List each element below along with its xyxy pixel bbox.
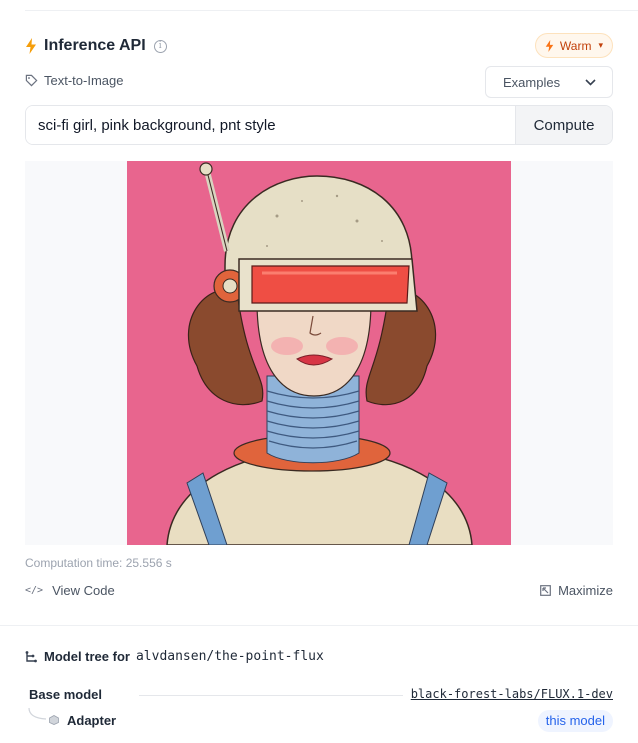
adapter-label: Adapter: [67, 713, 117, 728]
tree-connector: [139, 695, 403, 696]
code-icon: </>: [25, 585, 44, 596]
adapter-row: Adapter this model: [25, 708, 613, 734]
maximize-icon: [540, 585, 551, 596]
lightning-icon: [26, 38, 36, 54]
tag-icon: [25, 74, 38, 87]
tree-branch: [28, 708, 47, 720]
status-badge[interactable]: Warm ▾: [534, 33, 613, 58]
generated-image[interactable]: [127, 161, 511, 545]
base-model-label: Base model: [29, 687, 102, 702]
tree-icon: [25, 650, 37, 662]
examples-label: Examples: [503, 74, 561, 90]
computation-time: Computation time: 25.556 s: [25, 556, 172, 570]
widget-header: Inference API i Warm ▾: [25, 32, 613, 60]
prompt-form: Compute: [25, 105, 613, 145]
info-icon[interactable]: i: [153, 39, 167, 53]
base-model-row: Base model black-forest-labs/FLUX.1-dev: [25, 685, 613, 705]
view-code-label: View Code: [52, 583, 115, 598]
view-code-button[interactable]: </> View Code: [25, 583, 115, 598]
model-tree-heading: Model tree for alvdansen/the-point-flux: [25, 649, 324, 664]
model-tree-title: Model tree for: [44, 649, 130, 664]
base-model-link[interactable]: black-forest-labs/FLUX.1-dev: [411, 687, 613, 701]
lightning-icon: [545, 39, 554, 52]
compute-button[interactable]: Compute: [515, 106, 612, 144]
model-id: alvdansen/the-point-flux: [135, 649, 324, 664]
prompt-input[interactable]: [26, 106, 515, 144]
maximize-label: Maximize: [558, 583, 613, 598]
section-divider: [0, 625, 638, 626]
task-row: Text-to-Image Examples: [25, 66, 613, 98]
output-area: [25, 161, 613, 545]
cube-icon: [49, 715, 59, 725]
task-type: Text-to-Image: [25, 73, 123, 88]
chevron-down-icon: ▾: [598, 40, 603, 50]
task-label: Text-to-Image: [44, 73, 124, 88]
status-label: Warm: [559, 38, 592, 53]
chevron-down-icon: [585, 79, 596, 86]
widget-title: Inference API: [44, 37, 146, 54]
examples-dropdown[interactable]: Examples: [485, 66, 613, 98]
top-divider: [25, 10, 638, 11]
output-actions: </> View Code Maximize: [25, 583, 613, 601]
maximize-button[interactable]: Maximize: [540, 583, 613, 598]
this-model-badge: this model: [537, 710, 613, 732]
